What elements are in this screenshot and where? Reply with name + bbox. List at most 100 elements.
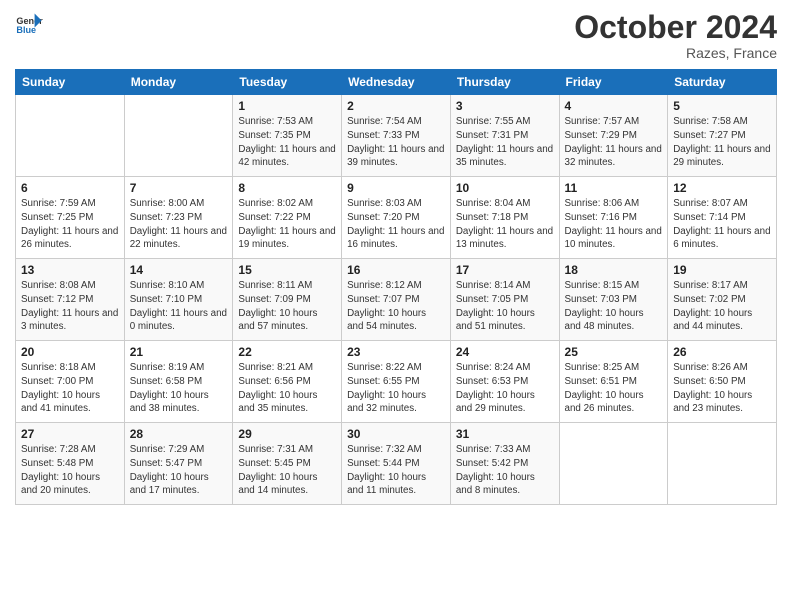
day-cell: 25Sunrise: 8:25 AMSunset: 6:51 PMDayligh…: [559, 341, 668, 423]
day-cell: 1 Sunrise: 7:53 AMSunset: 7:35 PMDaylight…: [233, 95, 342, 177]
day-info: Sunrise: 8:08 AMSunset: 7:12 PMDaylight:…: [21, 279, 119, 334]
day-cell: [559, 423, 668, 505]
day-cell: [668, 423, 777, 505]
day-number: 25: [565, 345, 663, 359]
day-info: Sunrise: 7:33 AMSunset: 5:42 PMDaylight:…: [456, 443, 554, 498]
day-number: 29: [238, 427, 336, 441]
day-info: Sunrise: 8:02 AMSunset: 7:22 PMDaylight:…: [238, 197, 336, 252]
day-number: 30: [347, 427, 445, 441]
header-monday: Monday: [124, 70, 233, 95]
day-cell: 28 Sunrise: 7:29 AMSunset: 5:47 PMDayligh…: [124, 423, 233, 505]
day-cell: 12 Sunrise: 8:07 AMSunset: 7:14 PMDayligh…: [668, 177, 777, 259]
day-number: 31: [456, 427, 554, 441]
day-number: 13: [21, 263, 119, 277]
day-cell: 5 Sunrise: 7:58 AMSunset: 7:27 PMDaylight…: [668, 95, 777, 177]
day-cell: 31 Sunrise: 7:33 AMSunset: 5:42 PMDayligh…: [450, 423, 559, 505]
day-number: 18: [565, 263, 663, 277]
day-number: 6: [21, 181, 119, 195]
week-row-4: 20Sunrise: 8:18 AMSunset: 7:00 PMDayligh…: [16, 341, 777, 423]
day-info: Sunrise: 7:29 AMSunset: 5:47 PMDaylight:…: [130, 443, 228, 498]
day-cell: 29 Sunrise: 7:31 AMSunset: 5:45 PMDayligh…: [233, 423, 342, 505]
day-info: Sunrise: 7:59 AMSunset: 7:25 PMDaylight:…: [21, 197, 119, 252]
day-info: Sunrise: 8:26 AMSunset: 6:50 PMDaylight:…: [673, 361, 771, 416]
header-friday: Friday: [559, 70, 668, 95]
day-number: 3: [456, 99, 554, 113]
day-info: Sunrise: 7:54 AMSunset: 7:33 PMDaylight:…: [347, 115, 445, 170]
header-wednesday: Wednesday: [342, 70, 451, 95]
day-cell: 30 Sunrise: 7:32 AMSunset: 5:44 PMDayligh…: [342, 423, 451, 505]
day-info: Sunrise: 7:31 AMSunset: 5:45 PMDaylight:…: [238, 443, 336, 498]
day-number: 14: [130, 263, 228, 277]
day-cell: 3 Sunrise: 7:55 AMSunset: 7:31 PMDaylight…: [450, 95, 559, 177]
day-info: Sunrise: 8:17 AMSunset: 7:02 PMDaylight:…: [673, 279, 771, 334]
header-tuesday: Tuesday: [233, 70, 342, 95]
week-row-5: 27 Sunrise: 7:28 AMSunset: 5:48 PMDayligh…: [16, 423, 777, 505]
day-number: 27: [21, 427, 119, 441]
day-number: 17: [456, 263, 554, 277]
calendar-page: General Blue October 2024 Razes, France …: [0, 0, 792, 612]
day-cell: 23Sunrise: 8:22 AMSunset: 6:55 PMDayligh…: [342, 341, 451, 423]
day-number: 8: [238, 181, 336, 195]
day-cell: 13 Sunrise: 8:08 AMSunset: 7:12 PMDayligh…: [16, 259, 125, 341]
day-cell: 9Sunrise: 8:03 AMSunset: 7:20 PMDaylight…: [342, 177, 451, 259]
day-info: Sunrise: 7:28 AMSunset: 5:48 PMDaylight:…: [21, 443, 119, 498]
day-cell: 19 Sunrise: 8:17 AMSunset: 7:02 PMDayligh…: [668, 259, 777, 341]
day-cell: 11 Sunrise: 8:06 AMSunset: 7:16 PMDayligh…: [559, 177, 668, 259]
day-info: Sunrise: 8:19 AMSunset: 6:58 PMDaylight:…: [130, 361, 228, 416]
day-number: 20: [21, 345, 119, 359]
day-info: Sunrise: 8:04 AMSunset: 7:18 PMDaylight:…: [456, 197, 554, 252]
day-number: 22: [238, 345, 336, 359]
day-number: 16: [347, 263, 445, 277]
day-info: Sunrise: 7:53 AMSunset: 7:35 PMDaylight:…: [238, 115, 336, 170]
logo-icon: General Blue: [15, 10, 43, 38]
day-info: Sunrise: 7:55 AMSunset: 7:31 PMDaylight:…: [456, 115, 554, 170]
day-number: 12: [673, 181, 771, 195]
day-info: Sunrise: 8:00 AMSunset: 7:23 PMDaylight:…: [130, 197, 228, 252]
location: Razes, France: [574, 45, 777, 61]
month-title: October 2024: [574, 10, 777, 45]
calendar-table: Sunday Monday Tuesday Wednesday Thursday…: [15, 69, 777, 505]
day-info: Sunrise: 8:03 AMSunset: 7:20 PMDaylight:…: [347, 197, 445, 252]
day-number: 1: [238, 99, 336, 113]
day-cell: 20Sunrise: 8:18 AMSunset: 7:00 PMDayligh…: [16, 341, 125, 423]
calendar-body: 1 Sunrise: 7:53 AMSunset: 7:35 PMDaylight…: [16, 95, 777, 505]
day-cell: 27 Sunrise: 7:28 AMSunset: 5:48 PMDayligh…: [16, 423, 125, 505]
day-number: 5: [673, 99, 771, 113]
day-info: Sunrise: 7:32 AMSunset: 5:44 PMDaylight:…: [347, 443, 445, 498]
day-number: 7: [130, 181, 228, 195]
day-info: Sunrise: 7:58 AMSunset: 7:27 PMDaylight:…: [673, 115, 771, 170]
week-row-2: 6 Sunrise: 7:59 AMSunset: 7:25 PMDaylight…: [16, 177, 777, 259]
day-info: Sunrise: 8:21 AMSunset: 6:56 PMDaylight:…: [238, 361, 336, 416]
header-sunday: Sunday: [16, 70, 125, 95]
day-info: Sunrise: 8:15 AMSunset: 7:03 PMDaylight:…: [565, 279, 663, 334]
day-number: 26: [673, 345, 771, 359]
day-cell: 26 Sunrise: 8:26 AMSunset: 6:50 PMDayligh…: [668, 341, 777, 423]
day-info: Sunrise: 8:10 AMSunset: 7:10 PMDaylight:…: [130, 279, 228, 334]
day-number: 4: [565, 99, 663, 113]
logo: General Blue: [15, 10, 43, 38]
title-block: October 2024 Razes, France: [574, 10, 777, 61]
day-number: 21: [130, 345, 228, 359]
day-number: 11: [565, 181, 663, 195]
week-row-1: 1 Sunrise: 7:53 AMSunset: 7:35 PMDaylight…: [16, 95, 777, 177]
day-cell: 16Sunrise: 8:12 AMSunset: 7:07 PMDayligh…: [342, 259, 451, 341]
day-info: Sunrise: 8:14 AMSunset: 7:05 PMDaylight:…: [456, 279, 554, 334]
day-cell: [16, 95, 125, 177]
day-number: 28: [130, 427, 228, 441]
day-info: Sunrise: 8:06 AMSunset: 7:16 PMDaylight:…: [565, 197, 663, 252]
day-info: Sunrise: 7:57 AMSunset: 7:29 PMDaylight:…: [565, 115, 663, 170]
day-cell: 14 Sunrise: 8:10 AMSunset: 7:10 PMDayligh…: [124, 259, 233, 341]
day-info: Sunrise: 8:07 AMSunset: 7:14 PMDaylight:…: [673, 197, 771, 252]
day-number: 15: [238, 263, 336, 277]
day-cell: [124, 95, 233, 177]
header: General Blue October 2024 Razes, France: [15, 10, 777, 61]
day-cell: 17 Sunrise: 8:14 AMSunset: 7:05 PMDayligh…: [450, 259, 559, 341]
day-number: 19: [673, 263, 771, 277]
day-number: 2: [347, 99, 445, 113]
svg-text:Blue: Blue: [16, 25, 36, 35]
day-cell: 6 Sunrise: 7:59 AMSunset: 7:25 PMDaylight…: [16, 177, 125, 259]
day-cell: 10Sunrise: 8:04 AMSunset: 7:18 PMDayligh…: [450, 177, 559, 259]
day-cell: 4 Sunrise: 7:57 AMSunset: 7:29 PMDaylight…: [559, 95, 668, 177]
day-number: 23: [347, 345, 445, 359]
header-thursday: Thursday: [450, 70, 559, 95]
